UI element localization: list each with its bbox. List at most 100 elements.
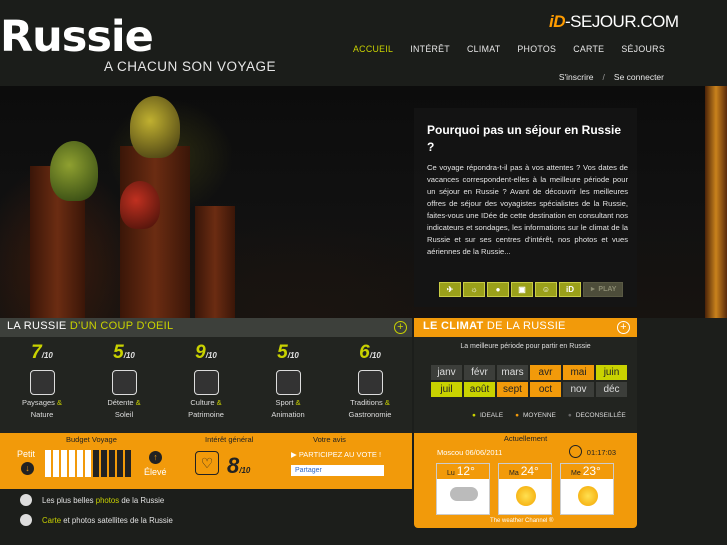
category-label: Détente & Soleil xyxy=(87,397,161,421)
balloon-icon[interactable]: ● xyxy=(487,282,509,297)
month-10[interactable]: nov xyxy=(563,382,594,397)
score-denominator: /10 xyxy=(205,351,217,360)
day-header: Lu 12° xyxy=(437,464,489,479)
label-ampersand: & xyxy=(382,398,390,407)
month-7[interactable]: août xyxy=(464,382,495,397)
id-icon[interactable]: iD xyxy=(559,282,581,297)
cloud-icon xyxy=(450,487,478,501)
nav-interet[interactable]: INTÉRÊT xyxy=(410,44,450,54)
label-line1: Culture xyxy=(190,398,215,407)
photos-text-b: photos xyxy=(95,495,120,505)
satellite-icon xyxy=(20,514,32,526)
nav-carte[interactable]: CARTE xyxy=(573,44,604,54)
vote-button[interactable]: ▶ PARTICIPEZ AU VOTE ! xyxy=(291,450,381,459)
label-line2: Soleil xyxy=(114,410,134,419)
map-link-text: Carte et photos satellites de la Russie xyxy=(42,516,173,525)
bicycle-icon xyxy=(275,370,301,395)
label-ampersand: & xyxy=(54,398,63,407)
sun-icon[interactable]: ☼ xyxy=(463,282,485,297)
media-toolbar: ✈ ☼ ● ▣ ☺ iD ► PLAY xyxy=(439,282,623,297)
climat-expand-icon[interactable]: + xyxy=(617,321,630,334)
auth-separator: / xyxy=(602,72,605,82)
landscape-icon xyxy=(29,370,55,395)
month-8[interactable]: sept xyxy=(497,382,528,397)
kremlin-tower xyxy=(705,86,727,318)
gauge-bar xyxy=(61,450,67,477)
category-score: 5/10 xyxy=(251,342,325,364)
weather-day: Me 23° xyxy=(560,463,614,515)
month-11[interactable]: déc xyxy=(596,382,627,397)
climat-title-a: LE CLIMAT xyxy=(423,320,484,332)
score-value: 6 xyxy=(359,342,370,363)
hero-banner: Pourquoi pas un séjour en Russie ? Ce vo… xyxy=(0,86,727,318)
overview-header: LA RUSSIE D'UN COUP D'OEIL + xyxy=(0,318,412,337)
category-sport[interactable]: 5/10 Sport & Animation xyxy=(251,337,325,421)
gauge-bar xyxy=(45,450,51,477)
month-4[interactable]: mai xyxy=(563,365,594,380)
gauge-bar xyxy=(93,450,99,477)
chef-icon xyxy=(357,370,383,395)
camera-icon[interactable]: ▣ xyxy=(511,282,533,297)
interest-value: 8 xyxy=(227,453,240,478)
map-link[interactable]: Carte et photos satellites de la Russie xyxy=(20,514,173,526)
main-nav: ACCUEIL INTÉRÊT CLIMAT PHOTOS CARTE SÉJO… xyxy=(353,44,665,54)
interest-denominator: /10 xyxy=(239,466,251,475)
cathedral-dome xyxy=(130,96,180,158)
play-button[interactable]: ► PLAY xyxy=(583,282,623,297)
photos-text-c: de la Russie xyxy=(119,495,165,505)
month-0[interactable]: janv xyxy=(431,365,462,380)
smiley-icon[interactable]: ☺ xyxy=(535,282,557,297)
score-denominator: /10 xyxy=(41,351,53,360)
weather-credit: The weather Channel ® xyxy=(490,518,554,524)
cathedral-dome xyxy=(120,181,160,229)
climat-title-b: DE LA RUSSIE xyxy=(483,320,566,332)
weather-widget: Actuellement Moscou 06/06/2011 01:17:03 … xyxy=(414,433,637,528)
nav-climat[interactable]: CLIMAT xyxy=(467,44,500,54)
vote-label: Votre avis xyxy=(313,435,346,444)
overview-expand-icon[interactable]: + xyxy=(394,321,407,334)
score-denominator: /10 xyxy=(123,351,135,360)
signup-link[interactable]: S'inscrire xyxy=(559,72,594,82)
nav-sejours[interactable]: SÉJOURS xyxy=(621,44,665,54)
month-6[interactable]: juil xyxy=(431,382,462,397)
photos-link[interactable]: Les plus belles photos de la Russie xyxy=(20,494,164,506)
month-5[interactable]: juin xyxy=(596,365,627,380)
month-9[interactable]: oct xyxy=(530,382,561,397)
score-value: 9 xyxy=(195,342,206,363)
weather-day: Lu 12° xyxy=(436,463,490,515)
day-name: Ma xyxy=(509,470,519,477)
share-button[interactable]: Partager xyxy=(291,465,384,476)
day-header: Me 23° xyxy=(561,464,613,479)
category-label: Traditions & Gastronomie xyxy=(333,397,407,421)
month-3[interactable]: avr xyxy=(530,365,561,380)
photos-link-text: Les plus belles photos de la Russie xyxy=(42,496,164,505)
brand-logo[interactable]: iD-SEJOUR.COM xyxy=(549,12,679,32)
legend-moyenne: MOYENNE xyxy=(515,412,556,419)
overview-panel: 7/10 Paysages & Nature 5/10 Détente & Sole… xyxy=(0,337,412,433)
category-paysages[interactable]: 7/10 Paysages & Nature xyxy=(5,337,79,421)
climat-header: LE CLIMAT DE LA RUSSIE + xyxy=(414,318,637,337)
map-text-b: et photos satellites de la Russie xyxy=(61,515,173,525)
category-detente[interactable]: 5/10 Détente & Soleil xyxy=(87,337,161,421)
label-line1: Détente xyxy=(107,398,134,407)
budget-strip: Budget Voyage Petit ↓ ↑ Élevé Intérêt gé… xyxy=(0,433,412,489)
brand-suffix: -SEJOUR.COM xyxy=(565,12,679,31)
login-link[interactable]: Se connecter xyxy=(614,72,664,82)
tagline: A CHACUN SON VOYAGE xyxy=(104,59,277,74)
category-score: 7/10 xyxy=(5,342,79,364)
nav-accueil[interactable]: ACCUEIL xyxy=(353,44,393,54)
category-score: 5/10 xyxy=(87,342,161,364)
plane-icon[interactable]: ✈ xyxy=(439,282,461,297)
month-2[interactable]: mars xyxy=(497,365,528,380)
gauge-bar xyxy=(117,450,123,477)
heart-icon: ♡ xyxy=(195,451,219,475)
month-1[interactable]: févr xyxy=(464,365,495,380)
weather-time: 01:17:03 xyxy=(586,448,616,457)
category-traditions[interactable]: 6/10 Traditions & Gastronomie xyxy=(333,337,407,421)
score-value: 5 xyxy=(113,342,124,363)
label-line1: Sport xyxy=(275,398,294,407)
day-temp: 12° xyxy=(456,464,475,478)
category-culture[interactable]: 9/10 Culture & Patrimoine xyxy=(169,337,243,421)
nav-photos[interactable]: PHOTOS xyxy=(517,44,556,54)
overview-title-a: LA RUSSIE xyxy=(7,320,70,332)
